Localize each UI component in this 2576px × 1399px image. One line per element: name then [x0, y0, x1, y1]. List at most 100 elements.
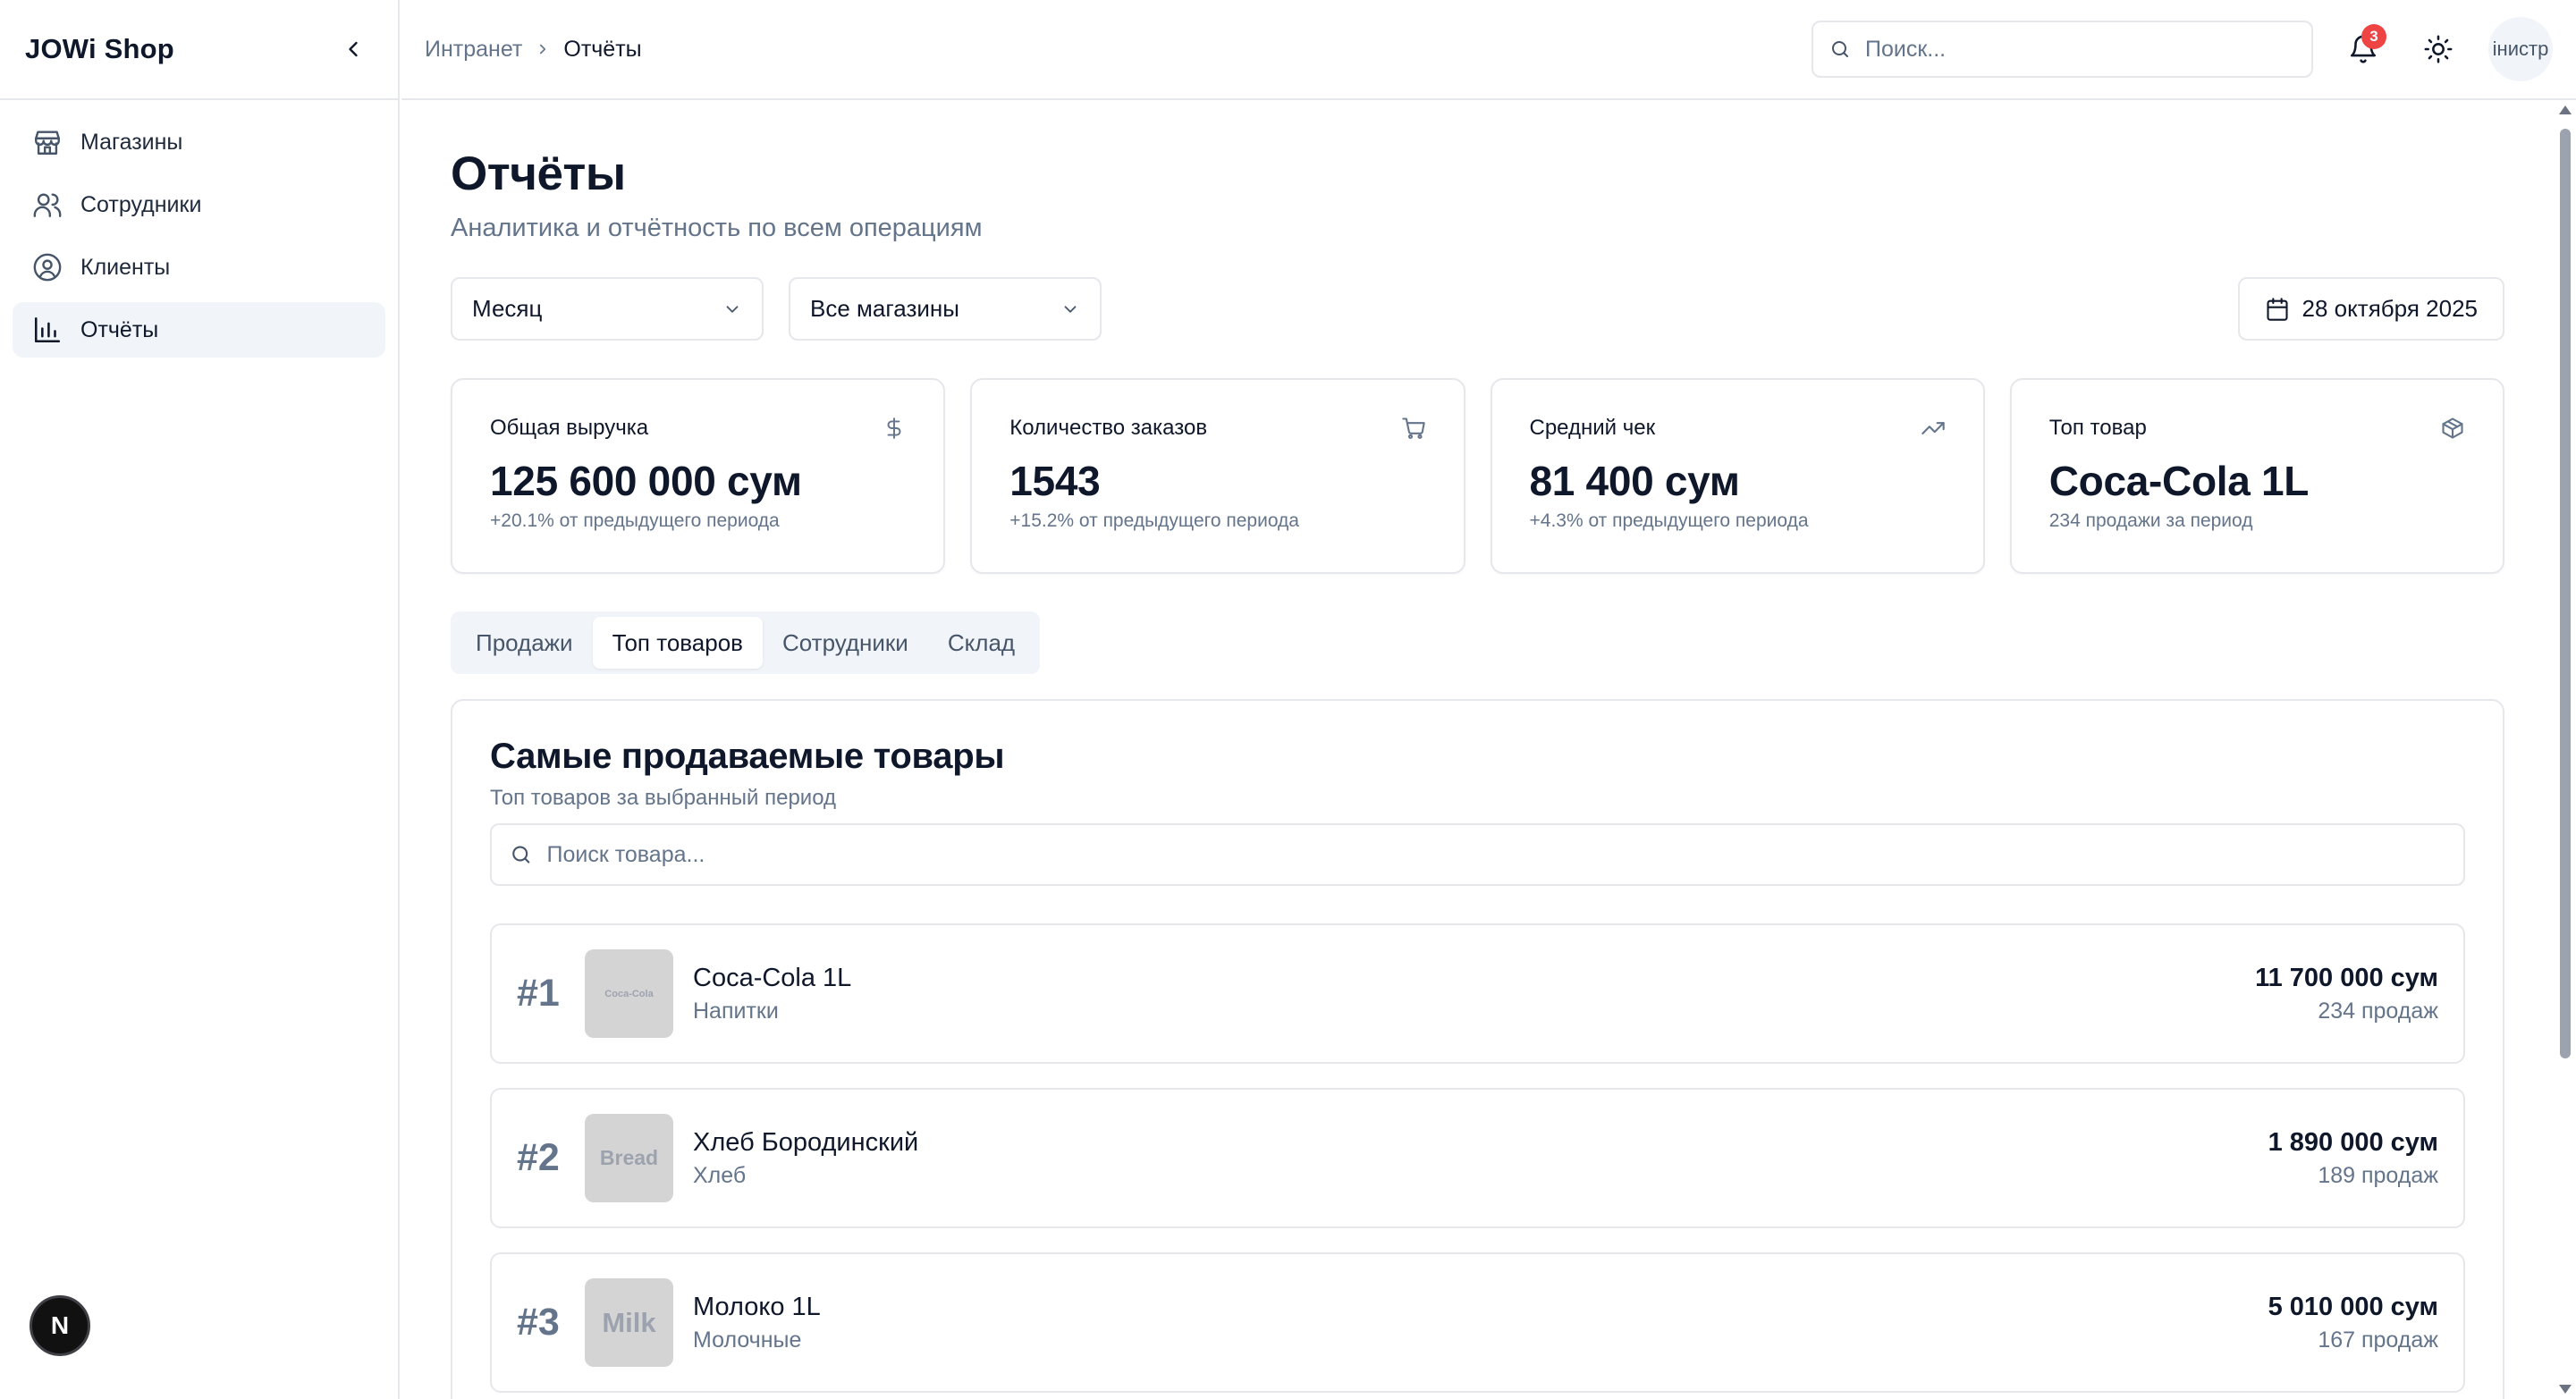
stat-card-revenue: Общая выручка 125 600 000 сум +20.1% от … — [451, 378, 946, 574]
period-select-value: Месяц — [472, 295, 543, 322]
stat-label: Общая выручка — [490, 416, 649, 440]
box-icon — [2442, 417, 2463, 439]
scrollbar-thumb[interactable] — [2560, 129, 2571, 1058]
store-select[interactable]: Все магазины — [789, 277, 1102, 341]
store-select-value: Все магазины — [810, 295, 959, 322]
global-search — [1812, 21, 2313, 78]
panel-title: Самые продаваемые товары — [490, 737, 1005, 776]
product-category: Хлеб — [693, 1162, 747, 1188]
sidebar-item-employees[interactable]: Сотрудники — [13, 177, 385, 232]
product-category: Напитки — [693, 998, 779, 1024]
calendar-icon — [2266, 297, 2288, 321]
search-icon — [1832, 41, 1848, 57]
chevron-down-icon — [726, 305, 739, 313]
search-input[interactable] — [1865, 36, 2295, 63]
sidebar-item-stores[interactable]: Магазины — [13, 114, 385, 170]
product-name: Молоко 1L — [693, 1292, 821, 1321]
stat-card-orders: Количество заказов 1543 +15.2% от предыд… — [970, 378, 1465, 574]
sidebar-item-clients[interactable]: Клиенты — [13, 240, 385, 295]
date-picker-value: 28 октября 2025 — [2302, 295, 2478, 322]
triangle-up-icon — [2559, 105, 2572, 114]
stat-value: 1543 — [1009, 458, 1101, 504]
date-picker-button[interactable]: 28 октября 2025 — [2237, 277, 2504, 341]
filters-bar: Месяц Все магазины 28 октября 2025 — [451, 277, 2504, 341]
cart-icon — [1401, 417, 1425, 439]
tab-employees[interactable]: Сотрудники — [763, 617, 928, 669]
stat-value: 125 600 000 сум — [490, 458, 802, 504]
user-avatar[interactable]: інистр — [2488, 17, 2553, 81]
stat-note: +4.3% от предыдущего периода — [1529, 510, 1809, 531]
brand-title: JOWi Shop — [25, 33, 174, 64]
tab-top-products[interactable]: Топ товаров — [592, 617, 763, 669]
header-actions: 3 інистр — [1812, 17, 2553, 81]
product-category: Молочные — [693, 1327, 802, 1353]
product-rank: #2 — [517, 1136, 560, 1179]
search-icon — [512, 846, 530, 864]
stat-note: +20.1% от предыдущего периода — [490, 510, 780, 531]
product-sales: 189 продаж — [2318, 1162, 2438, 1188]
list-item[interactable]: #3 Milk Молоко 1L Молочные 5 010 000 сум… — [490, 1252, 2465, 1393]
notifications-button[interactable]: 3 — [2338, 24, 2388, 74]
product-amount: 5 010 000 сум — [2268, 1292, 2438, 1321]
stat-card-average-check: Средний чек 81 400 сум +4.3% от предыдущ… — [1490, 378, 1985, 574]
scroll-up-arrow[interactable] — [2558, 104, 2572, 116]
product-amount: 1 890 000 сум — [2268, 1127, 2438, 1157]
stat-note: +15.2% от предыдущего периода — [1009, 510, 1299, 531]
product-search — [490, 823, 2465, 886]
sidebar-nav: Магазины Сотрудники Клиенты Отчёты — [0, 100, 398, 379]
sidebar-item-reports[interactable]: Отчёты — [13, 302, 385, 358]
stat-value: Coca-Cola 1L — [2048, 458, 2310, 504]
top-products-panel: Самые продаваемые товары Топ товаров за … — [451, 699, 2504, 1399]
product-name: Хлеб Бородинский — [693, 1127, 919, 1157]
page-scrollbar[interactable] — [2555, 100, 2576, 1399]
main-content: Отчёты Аналитика и отчётность по всем оп… — [401, 100, 2555, 1399]
product-thumbnail: Milk — [585, 1278, 673, 1367]
breadcrumb-current: Отчёты — [563, 36, 642, 62]
product-list: #1 Coca-Cola Coca-Cola 1L Напитки 11 700… — [490, 923, 2465, 1393]
sun-icon — [2424, 35, 2453, 63]
product-amount: 11 700 000 сум — [2255, 963, 2438, 992]
product-thumbnail: Bread — [585, 1114, 673, 1202]
period-select[interactable]: Месяц — [451, 277, 764, 341]
chevron-left-icon — [349, 41, 358, 57]
product-thumbnail: Coca-Cola — [585, 949, 673, 1038]
stat-label: Средний чек — [1529, 416, 1656, 440]
scroll-down-arrow[interactable] — [2558, 1383, 2572, 1395]
stat-label: Топ товар — [2048, 416, 2147, 440]
top-header: Интранет Отчёты 3 інистр — [401, 0, 2576, 100]
sidebar-item-label: Сотрудники — [80, 191, 202, 217]
store-icon — [35, 131, 60, 155]
product-rank: #1 — [517, 972, 560, 1015]
product-sales: 167 продаж — [2318, 1327, 2438, 1353]
dev-tools-badge[interactable]: N — [30, 1295, 90, 1356]
breadcrumb-parent[interactable]: Интранет — [425, 37, 522, 63]
product-search-input[interactable] — [546, 841, 2445, 868]
tab-sales[interactable]: Продажи — [456, 617, 593, 669]
stat-note: 234 продажи за период — [2048, 510, 2253, 531]
bar-chart-icon — [34, 316, 61, 343]
report-tabs: Продажи Топ товаров Сотрудники Склад — [451, 611, 1041, 674]
sidebar-item-label: Клиенты — [80, 254, 171, 280]
list-item[interactable]: #1 Coca-Cola Coca-Cola 1L Напитки 11 700… — [490, 923, 2465, 1064]
list-item[interactable]: #2 Bread Хлеб Бородинский Хлеб 1 890 000… — [490, 1088, 2465, 1228]
product-sales: 234 продаж — [2318, 998, 2438, 1024]
stat-card-top-product: Топ товар Coca-Cola 1L 234 продажи за пе… — [2009, 378, 2504, 574]
brand-row: JOWi Shop — [0, 0, 398, 100]
page-subtitle: Аналитика и отчётность по всем операциям — [451, 214, 983, 242]
chevron-down-icon — [1064, 305, 1077, 313]
product-rank: #3 — [517, 1301, 560, 1344]
dollar-icon — [887, 417, 901, 439]
panel-subtitle: Топ товаров за выбранный период — [490, 786, 837, 810]
users-icon — [33, 193, 62, 217]
tab-warehouse[interactable]: Склад — [928, 617, 1035, 669]
stat-label: Количество заказов — [1009, 416, 1208, 440]
trending-up-icon — [1921, 422, 1945, 434]
stats-row: Общая выручка 125 600 000 сум +20.1% от … — [451, 378, 2504, 574]
user-circle-icon — [33, 253, 62, 282]
chevron-right-icon — [540, 44, 546, 55]
theme-toggle-button[interactable] — [2413, 24, 2463, 74]
breadcrumb: Интранет Отчёты — [425, 37, 642, 63]
collapse-sidebar-button[interactable] — [334, 29, 373, 69]
sidebar-item-label: Магазины — [80, 129, 183, 155]
sidebar: JOWi Shop Магазины Сотрудники Клиенты От… — [0, 0, 400, 1399]
